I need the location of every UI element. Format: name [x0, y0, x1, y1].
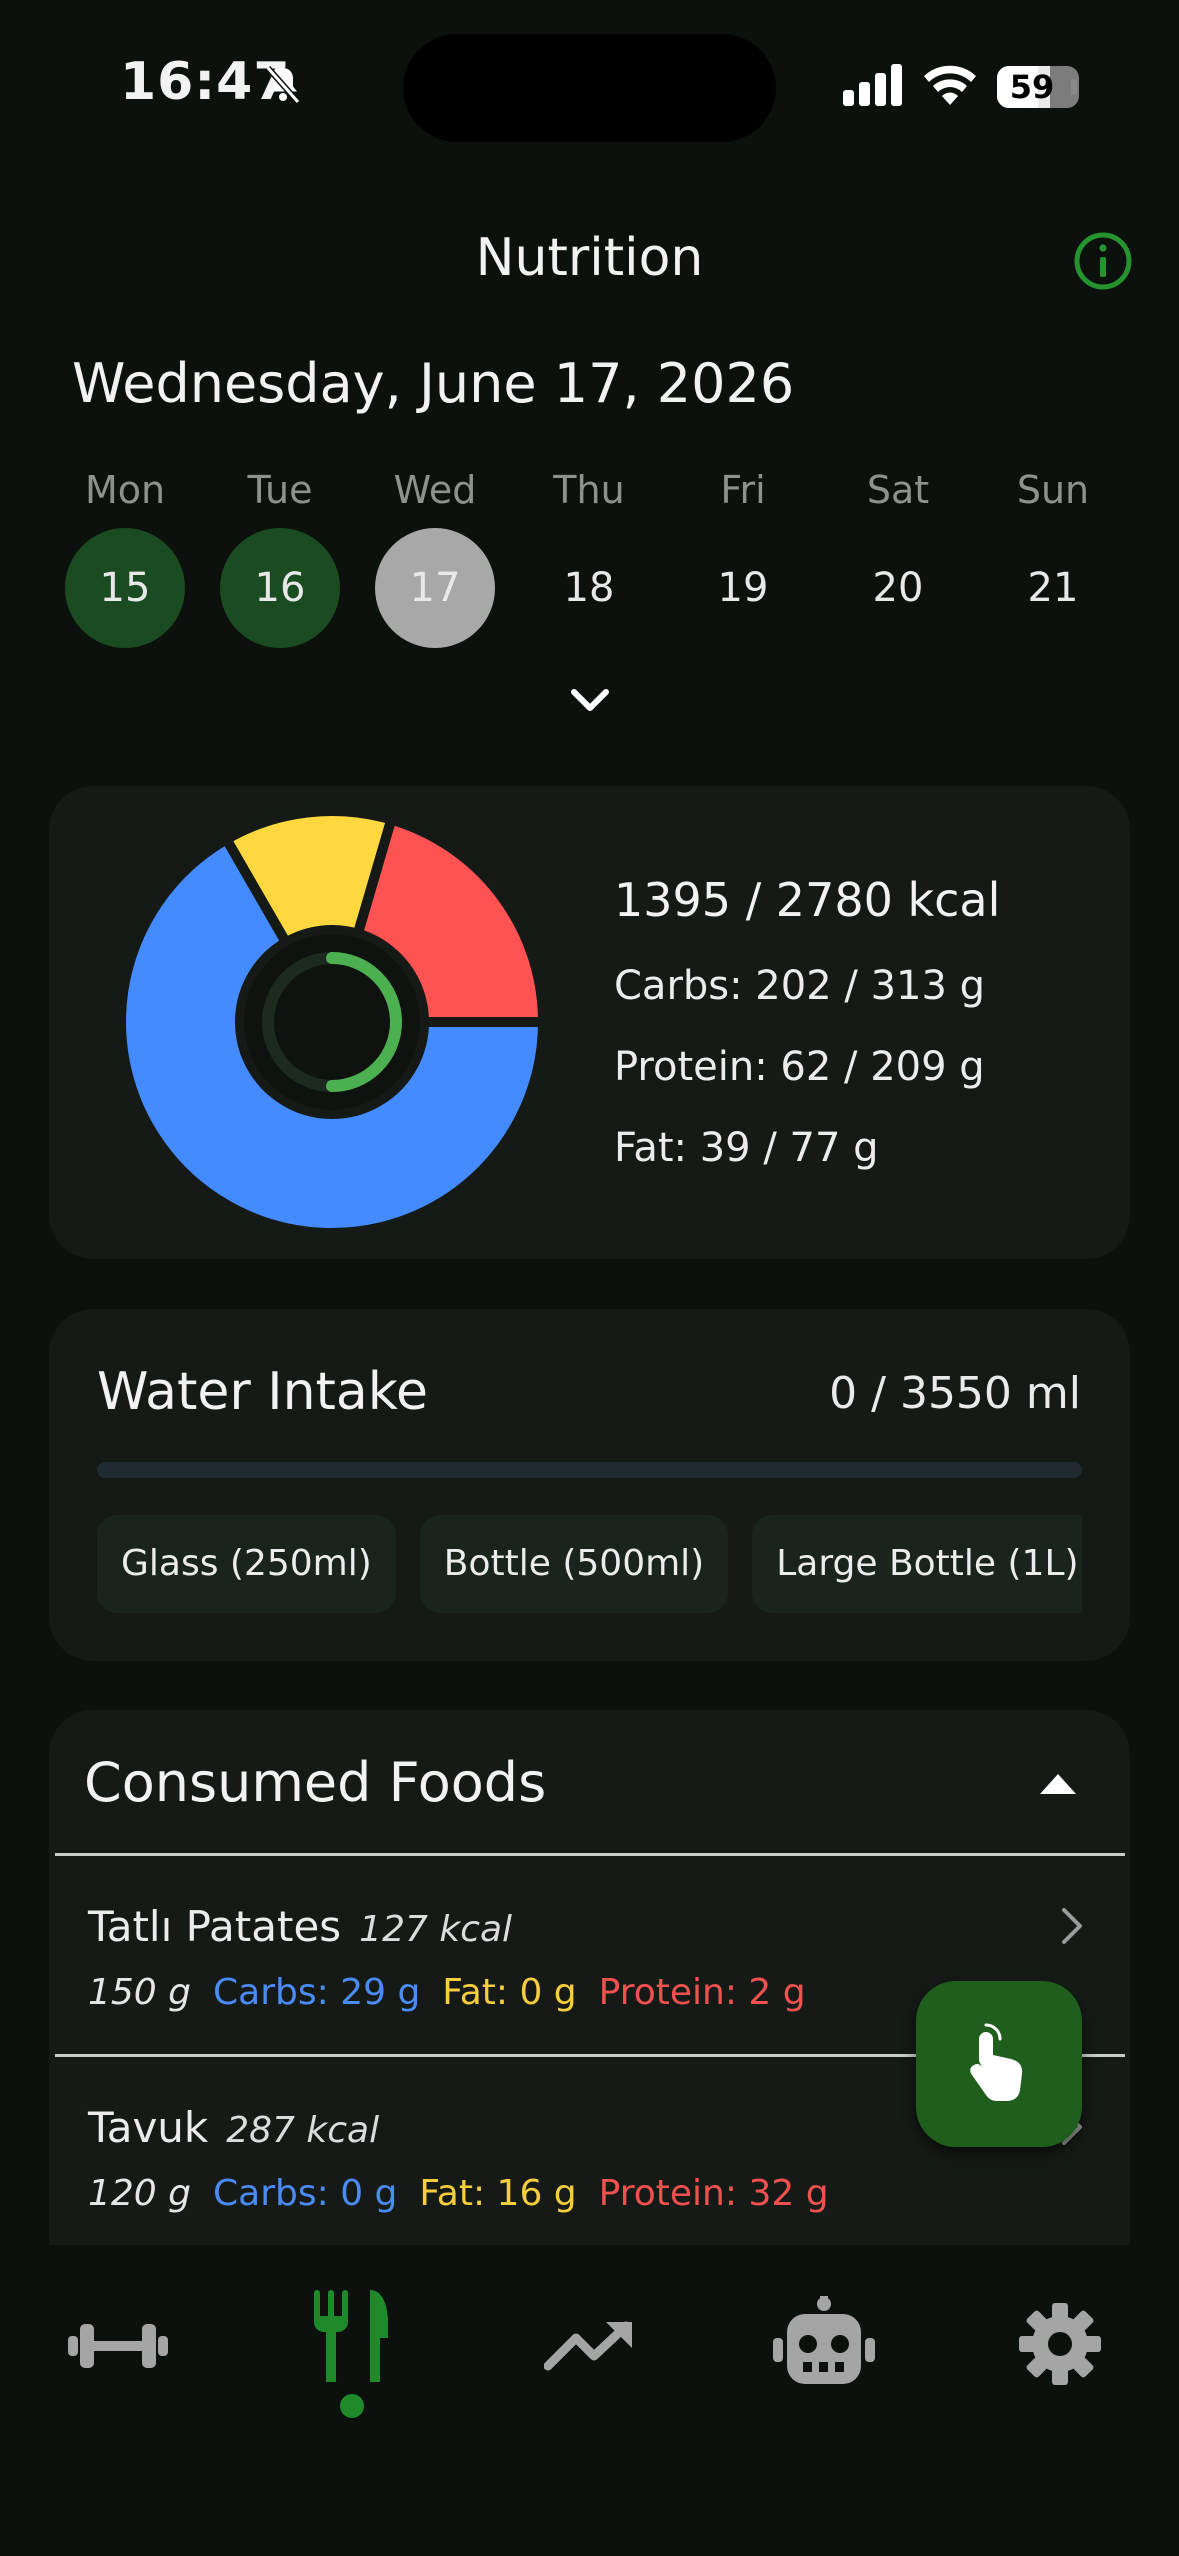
food-protein: Protein: 2 g	[598, 1972, 806, 2013]
food-fat: Fat: 0 g	[442, 1972, 577, 2013]
day-wed[interactable]: Wed 17	[375, 460, 495, 648]
water-option-glass[interactable]: Glass (250ml)	[97, 1515, 396, 1613]
battery-indicator: 59	[997, 66, 1079, 108]
day-label: Mon	[84, 468, 166, 512]
consumed-foods-title: Consumed Foods	[84, 1751, 547, 1814]
day-number: 18	[563, 565, 615, 611]
protein-summary: Protein: 62 / 209 g	[614, 1044, 985, 1090]
battery-percent: 59	[1009, 68, 1055, 106]
dumbbell-icon[interactable]	[68, 2314, 168, 2378]
day-label: Thu	[553, 468, 625, 512]
food-carbs: Carbs: 29 g	[213, 1972, 421, 2013]
water-progress-bar	[97, 1462, 1082, 1478]
food-item-name: Tavuk 287 kcal	[88, 2103, 379, 2152]
water-option-large-bottle[interactable]: Large Bottle (1L)	[752, 1515, 1082, 1613]
selected-date-title: Wednesday, June 17, 2026	[72, 352, 795, 415]
food-protein: Protein: 32 g	[598, 2173, 829, 2214]
food-carbs: Carbs: 0 g	[213, 2173, 398, 2214]
tap-add-button[interactable]	[916, 1981, 1082, 2147]
robot-icon[interactable]	[773, 2296, 875, 2388]
day-number: 21	[1027, 565, 1079, 611]
wifi-icon	[924, 65, 976, 105]
macro-pie-chart	[116, 806, 548, 1238]
cellular-signal-icon	[843, 64, 902, 106]
day-number: 15	[65, 528, 185, 648]
bell-muted-icon	[265, 66, 301, 104]
chevron-down-icon[interactable]	[566, 686, 614, 716]
kcal-summary: 1395 / 2780 kcal	[614, 873, 1001, 927]
trending-up-icon[interactable]	[544, 2320, 634, 2372]
food-item-kcal: 127 kcal	[359, 1909, 513, 1950]
carbs-summary: Carbs: 202 / 313 g	[614, 963, 986, 1009]
day-label: Sat	[866, 468, 930, 512]
water-option-bottle[interactable]: Bottle (500ml)	[419, 1515, 729, 1613]
gear-icon[interactable]	[1019, 2303, 1101, 2385]
dynamic-island	[403, 34, 776, 142]
active-tab-dot	[340, 2394, 364, 2418]
food-name-text: Tavuk	[88, 2103, 209, 2152]
day-sun[interactable]: Sun 21	[993, 460, 1113, 648]
day-label: Fri	[720, 468, 766, 512]
water-options-row[interactable]: Glass (250ml) Bottle (500ml) Large Bottle …	[97, 1515, 1082, 1613]
food-fat: Fat: 16 g	[419, 2173, 577, 2214]
food-weight: 150 g	[88, 1972, 192, 2013]
info-icon[interactable]	[1073, 231, 1133, 291]
day-label: Tue	[247, 468, 313, 512]
fork-knife-icon[interactable]	[310, 2286, 394, 2386]
day-label: Sun	[1016, 468, 1090, 512]
day-label: Wed	[393, 468, 477, 512]
collapse-arrow-icon[interactable]	[1040, 1772, 1076, 1794]
food-weight: 120 g	[88, 2173, 192, 2214]
day-number: 19	[717, 565, 769, 611]
day-number: 20	[872, 565, 924, 611]
day-number: 17	[375, 528, 495, 648]
water-intake-amount: 0 / 3550 ml	[829, 1368, 1081, 1419]
day-fri[interactable]: Fri 19	[683, 460, 803, 648]
page-title: Nutrition	[475, 228, 704, 288]
food-item-name: Tatlı Patates 127 kcal	[88, 1902, 512, 1951]
bottom-tab-bar	[0, 2245, 1179, 2556]
day-sat[interactable]: Sat 20	[838, 460, 958, 648]
day-mon[interactable]: Mon 15	[65, 460, 185, 648]
day-thu[interactable]: Thu 18	[529, 460, 649, 648]
fat-summary: Fat: 39 / 77 g	[614, 1125, 879, 1171]
food-item-kcal: 287 kcal	[226, 2110, 380, 2151]
food-name-text: Tatlı Patates	[88, 1902, 342, 1951]
chevron-right-icon	[1062, 1908, 1082, 1944]
touch-hand-icon	[970, 2023, 1023, 2101]
food-item-details: 150 g Carbs: 29 g Fat: 0 g Protein: 2 g	[88, 1972, 828, 2013]
day-number: 16	[220, 528, 340, 648]
day-tue[interactable]: Tue 16	[220, 460, 340, 648]
food-item-details: 120 g Carbs: 0 g Fat: 16 g Protein: 32 g	[88, 2173, 851, 2214]
water-intake-title: Water Intake	[97, 1362, 429, 1422]
